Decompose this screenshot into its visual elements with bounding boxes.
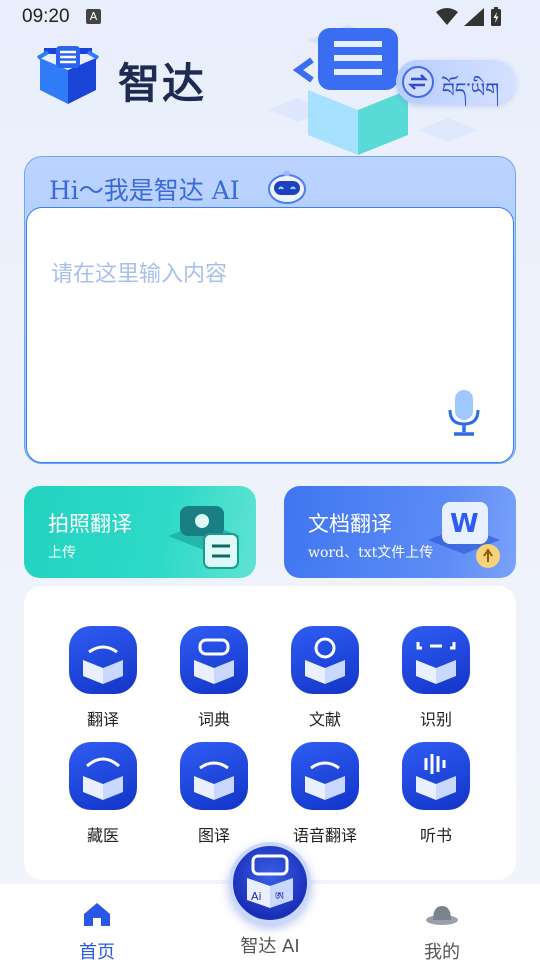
- grid-label: 图译: [197, 826, 230, 845]
- image-translate-icon: [180, 742, 248, 810]
- tibetan-medicine-icon: [69, 742, 137, 810]
- swap-icon: [402, 66, 434, 98]
- home-icon: [84, 903, 110, 926]
- grid-label: 词典: [197, 710, 230, 729]
- photo-translate-subtitle: 上传: [48, 545, 76, 561]
- app-logo-icon: [36, 46, 100, 104]
- grid-item-image-translate[interactable]: 图译: [169, 742, 259, 846]
- grid-item-dictionary[interactable]: 词典: [169, 626, 259, 730]
- status-time: 09:20: [22, 6, 70, 27]
- language-label: བོད་ཡིག: [442, 78, 500, 102]
- input-card: Hi～我是智达 AI: [24, 156, 516, 464]
- photo-translate-card[interactable]: 拍照翻译 上传: [24, 486, 256, 578]
- camera-scan-icon: [168, 506, 240, 569]
- grid-item-voice-translate[interactable]: 语音翻译: [280, 742, 370, 846]
- nav-label-home: 首页: [79, 942, 115, 960]
- grid-item-tibetan-medicine[interactable]: 藏医: [58, 742, 148, 846]
- nav-item-zhida-ai[interactable]: 智达 AI: [220, 932, 320, 958]
- microphone-icon[interactable]: [445, 388, 483, 438]
- grid-label: 翻译: [86, 710, 119, 729]
- text-input-area: [26, 207, 514, 463]
- nav-label-mine: 我的: [424, 942, 460, 960]
- voice-translate-icon: [291, 742, 359, 810]
- nav-item-home[interactable]: 首页: [47, 900, 147, 960]
- translate-icon: [69, 626, 137, 694]
- notification-icon: A: [86, 9, 101, 24]
- nav-item-mine[interactable]: 我的: [392, 900, 492, 960]
- document-translate-card[interactable]: 文档翻译 word、txt文件上传 W: [284, 486, 516, 578]
- fab-ai-text: Ai: [251, 890, 262, 903]
- photo-translate-title: 拍照翻译: [48, 512, 132, 536]
- zhida-ai-icon: Ai ཨ: [247, 854, 293, 908]
- grid-label: 语音翻译: [292, 826, 357, 845]
- grid-label: 文献: [308, 710, 341, 729]
- fab-tibetan-text: ཨ: [275, 890, 284, 903]
- grid-label: 识别: [419, 710, 452, 729]
- grid-item-translate[interactable]: 翻译: [58, 626, 148, 730]
- audiobook-icon: [402, 742, 470, 810]
- greeting-text: Hi～我是智达 AI: [49, 176, 240, 205]
- content-input[interactable]: [27, 208, 513, 462]
- profile-hat-icon: [426, 906, 458, 925]
- document-translate-title: 文档翻译: [308, 512, 392, 536]
- grid-item-recognize[interactable]: 识别: [391, 626, 481, 730]
- grid-item-literature[interactable]: 文献: [280, 626, 370, 730]
- grid-label: 听书: [419, 826, 452, 845]
- grid-label: 藏医: [86, 826, 119, 845]
- battery-icon: [491, 7, 501, 26]
- robot-icon: [268, 171, 306, 204]
- function-grid: 翻译 词典 文献 识别 藏医 图译 语音翻译 听书: [24, 586, 516, 880]
- nav-label-ai: 智达 AI: [240, 936, 300, 957]
- dictionary-icon: [180, 626, 248, 694]
- literature-icon: [291, 626, 359, 694]
- app-name: 智达: [118, 59, 207, 108]
- language-switch-button[interactable]: བོད་ཡིག: [396, 60, 516, 104]
- document-translate-subtitle: word、txt文件上传: [308, 545, 434, 561]
- zhida-ai-fab-button[interactable]: Ai ཨ: [229, 842, 311, 924]
- recognize-icon: [402, 626, 470, 694]
- svg-text:W: W: [450, 509, 479, 539]
- grid-item-audiobook[interactable]: 听书: [391, 742, 481, 846]
- word-document-icon: W: [428, 502, 500, 568]
